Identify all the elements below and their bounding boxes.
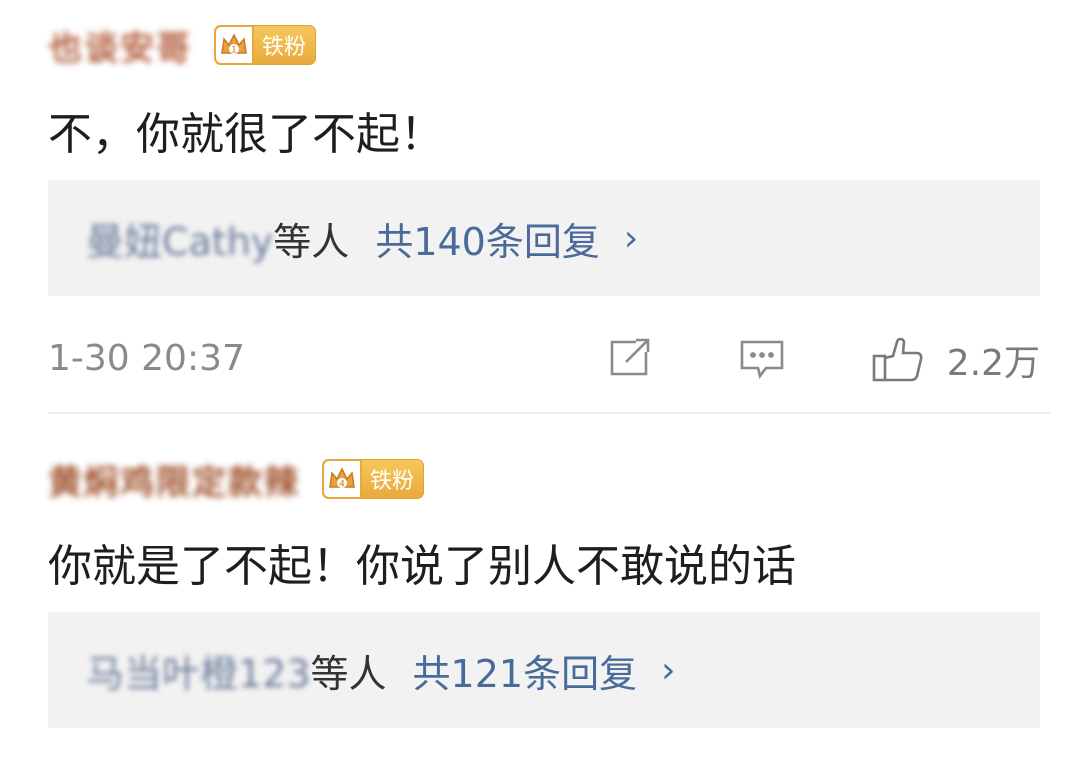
like-button[interactable]: 2.2万: [871, 334, 1040, 386]
comment-list: 也谈安哥 1 铁粉 不，你就很了不起！ 曼妞Cathy 等人 共140条回复 ›…: [0, 0, 1080, 773]
chevron-right-icon[interactable]: ›: [624, 218, 638, 259]
reply-preview[interactable]: 曼妞Cathy 等人 共140条回复 ›: [48, 180, 1040, 296]
reply-names: 曼妞Cathy: [86, 219, 274, 264]
share-icon[interactable]: [606, 336, 654, 380]
crown-icon: 1: [214, 25, 254, 65]
fan-badge[interactable]: 4 铁粉: [322, 459, 425, 499]
comment-meta: 1-30 20:37 2.2万: [48, 330, 1040, 386]
comment-text: 你就是了不起！你说了别人不敢说的话: [48, 541, 796, 592]
badge-level: 1: [231, 46, 237, 56]
crown-icon: 4: [322, 459, 362, 499]
badge-label: 铁粉: [262, 35, 307, 60]
badge-level: 4: [339, 480, 345, 490]
comment-icon[interactable]: [738, 336, 786, 380]
comment-actions: 2.2万: [48, 330, 1040, 386]
username[interactable]: 也谈安哥: [48, 21, 192, 70]
chevron-right-icon[interactable]: ›: [661, 650, 675, 691]
divider: [48, 412, 1050, 414]
reply-count-link[interactable]: 共140条回复: [375, 211, 600, 266]
comment-header: 黄焖鸡限定款辣 4 铁粉: [48, 454, 425, 504]
fan-badge[interactable]: 1 铁粉: [214, 25, 317, 65]
reply-names-suffix: 等人: [310, 651, 387, 696]
thumbs-up-icon: [872, 337, 923, 382]
username[interactable]: 黄焖鸡限定款辣: [48, 455, 300, 504]
reply-preview[interactable]: 马当叶橙123 等人 共121条回复 ›: [48, 612, 1040, 728]
badge-label: 铁粉: [370, 469, 415, 494]
comment-item: 也谈安哥 1 铁粉 不，你就很了不起！ 曼妞Cathy 等人 共140条回复 ›…: [0, 0, 1080, 412]
comment-text: 不，你就很了不起！: [48, 109, 444, 160]
reply-names-suffix: 等人: [273, 219, 350, 264]
reply-count-link[interactable]: 共121条回复: [413, 643, 638, 698]
like-count: 2.2万: [946, 343, 1040, 384]
reply-names: 马当叶橙123: [86, 651, 311, 696]
comment-header: 也谈安哥 1 铁粉: [48, 20, 317, 70]
comment-item: 黄焖鸡限定款辣 4 铁粉 你就是了不起！你说了别人不敢说的话 马当叶橙123 等…: [0, 448, 1080, 773]
